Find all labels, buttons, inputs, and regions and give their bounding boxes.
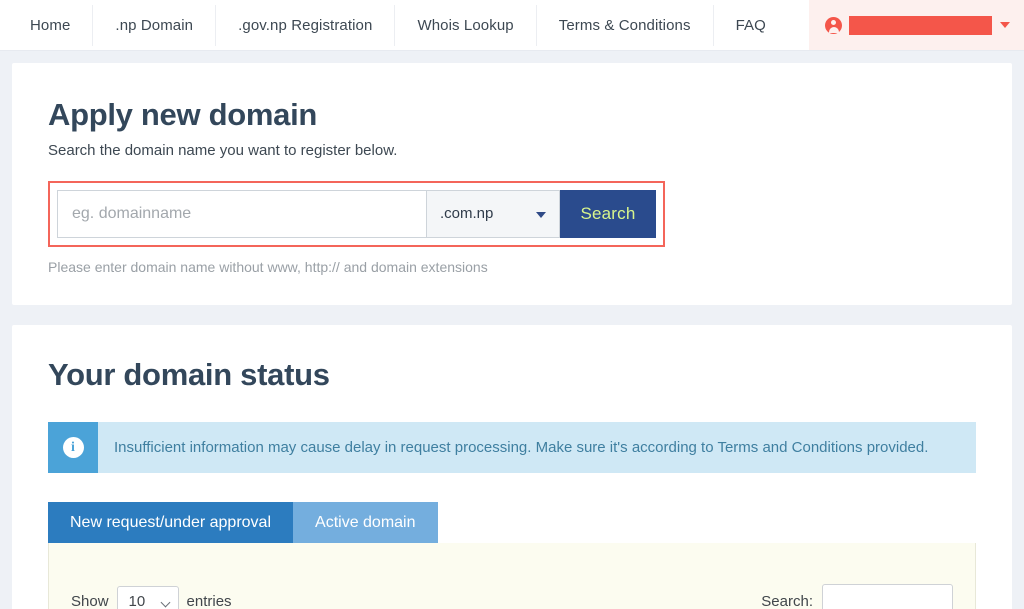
nav-item-label: .np Domain bbox=[115, 17, 193, 34]
user-account-menu[interactable] bbox=[809, 0, 1024, 50]
nav-menu: Home .np Domain .gov.np Registration Who… bbox=[0, 0, 788, 50]
domain-table-panel: Show 10 entries Search: bbox=[48, 543, 976, 609]
entries-label: entries bbox=[187, 593, 232, 609]
nav-item-terms-and-conditions[interactable]: Terms & Conditions bbox=[537, 0, 713, 50]
tab-active-domain[interactable]: Active domain bbox=[293, 502, 438, 543]
chevron-down-icon bbox=[1000, 22, 1010, 28]
nav-item-label: Whois Lookup bbox=[417, 17, 513, 34]
page-content: Apply new domain Search the domain name … bbox=[0, 51, 1024, 609]
tab-label: New request/under approval bbox=[70, 514, 271, 532]
tld-selected-value: .com.np bbox=[440, 205, 493, 222]
search-button[interactable]: Search bbox=[560, 190, 656, 238]
nav-item-whois-lookup[interactable]: Whois Lookup bbox=[395, 0, 535, 50]
username-redacted bbox=[849, 16, 992, 35]
show-label: Show bbox=[71, 593, 109, 609]
table-search-control: Search: bbox=[761, 584, 953, 609]
domain-status-tabs: New request/under approval Active domain bbox=[48, 502, 976, 543]
table-search-input[interactable] bbox=[822, 584, 953, 609]
table-length-control: Show 10 entries bbox=[71, 586, 232, 609]
page-subtitle: Search the domain name you want to regis… bbox=[48, 142, 976, 159]
chevron-down-icon bbox=[160, 597, 170, 607]
tld-extension-select[interactable]: .com.np bbox=[426, 190, 560, 238]
domain-status-card: Your domain status i Insufficient inform… bbox=[12, 325, 1012, 609]
info-icon-container: i bbox=[48, 422, 98, 473]
apply-new-domain-card: Apply new domain Search the domain name … bbox=[12, 63, 1012, 305]
domain-search-group: .com.np Search bbox=[57, 190, 656, 238]
domain-search-help-text: Please enter domain name without www, ht… bbox=[48, 259, 976, 275]
info-icon: i bbox=[63, 437, 84, 458]
nav-item-gov-np-registration[interactable]: .gov.np Registration bbox=[216, 0, 394, 50]
table-search-label: Search: bbox=[761, 593, 813, 609]
tab-new-request-under-approval[interactable]: New request/under approval bbox=[48, 502, 293, 543]
top-navigation-bar: Home .np Domain .gov.np Registration Who… bbox=[0, 0, 1024, 51]
nav-item-label: .gov.np Registration bbox=[238, 17, 372, 34]
page-length-select[interactable]: 10 bbox=[117, 586, 179, 609]
tab-label: Active domain bbox=[315, 514, 416, 532]
section-title: Your domain status bbox=[48, 357, 976, 393]
nav-item-label: Home bbox=[30, 17, 70, 34]
nav-item-np-domain[interactable]: .np Domain bbox=[93, 0, 215, 50]
nav-item-faq[interactable]: FAQ bbox=[714, 0, 788, 50]
page-title: Apply new domain bbox=[48, 97, 976, 133]
nav-item-label: FAQ bbox=[736, 17, 766, 34]
nav-item-label: Terms & Conditions bbox=[559, 17, 691, 34]
nav-item-home[interactable]: Home bbox=[8, 0, 92, 50]
domain-name-input[interactable] bbox=[57, 190, 426, 238]
info-alert: i Insufficient information may cause del… bbox=[48, 422, 976, 473]
user-circle-icon bbox=[825, 17, 842, 34]
domain-search-highlight: .com.np Search bbox=[48, 181, 665, 247]
chevron-down-icon bbox=[536, 212, 546, 218]
nav-spacer bbox=[788, 0, 809, 50]
info-alert-message: Insufficient information may cause delay… bbox=[98, 422, 944, 473]
page-length-value: 10 bbox=[129, 593, 146, 609]
